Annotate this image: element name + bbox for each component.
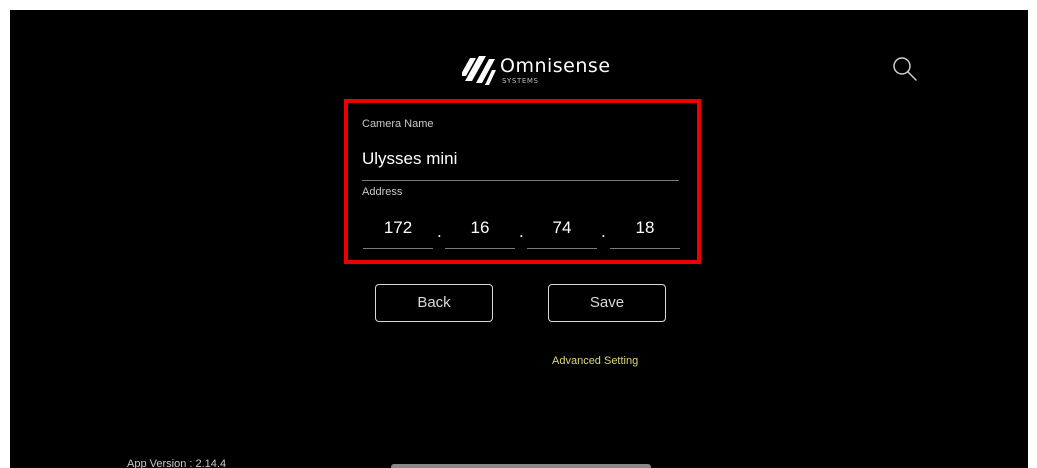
address-label: Address [362,186,403,198]
home-indicator-bar [391,464,651,468]
brand-name: Omnisense [500,55,611,77]
ip-separator-2: . [519,222,524,241]
save-button[interactable]: Save [548,284,666,322]
ip-separator-1: . [437,222,442,241]
ip-octet-3-underline [527,248,597,249]
app-screen: Omnisense SYSTEMS Camera Name Ulysses mi… [10,10,1028,468]
search-icon[interactable] [890,54,920,84]
ip-octet-3-input[interactable]: 74 [527,213,597,243]
ip-octet-2-underline [445,248,515,249]
camera-name-label: Camera Name [362,118,434,130]
ip-octet-4-input[interactable]: 18 [610,213,680,243]
advanced-setting-link[interactable]: Advanced Setting [552,355,638,367]
logo-mark-icon [462,56,496,85]
omnisense-logo: Omnisense SYSTEMS [462,50,612,102]
back-button[interactable]: Back [375,284,493,322]
app-version-text: App Version : 2.14.4 [127,458,227,468]
ip-octet-4-underline [610,248,680,249]
ip-octet-1-input[interactable]: 172 [363,213,433,243]
ip-octet-1-underline [363,248,433,249]
ip-octet-2-input[interactable]: 16 [445,213,515,243]
camera-name-underline [362,180,679,181]
brand-subtitle: SYSTEMS [502,77,539,85]
camera-name-input[interactable]: Ulysses mini [362,149,457,169]
ip-separator-3: . [601,222,606,241]
